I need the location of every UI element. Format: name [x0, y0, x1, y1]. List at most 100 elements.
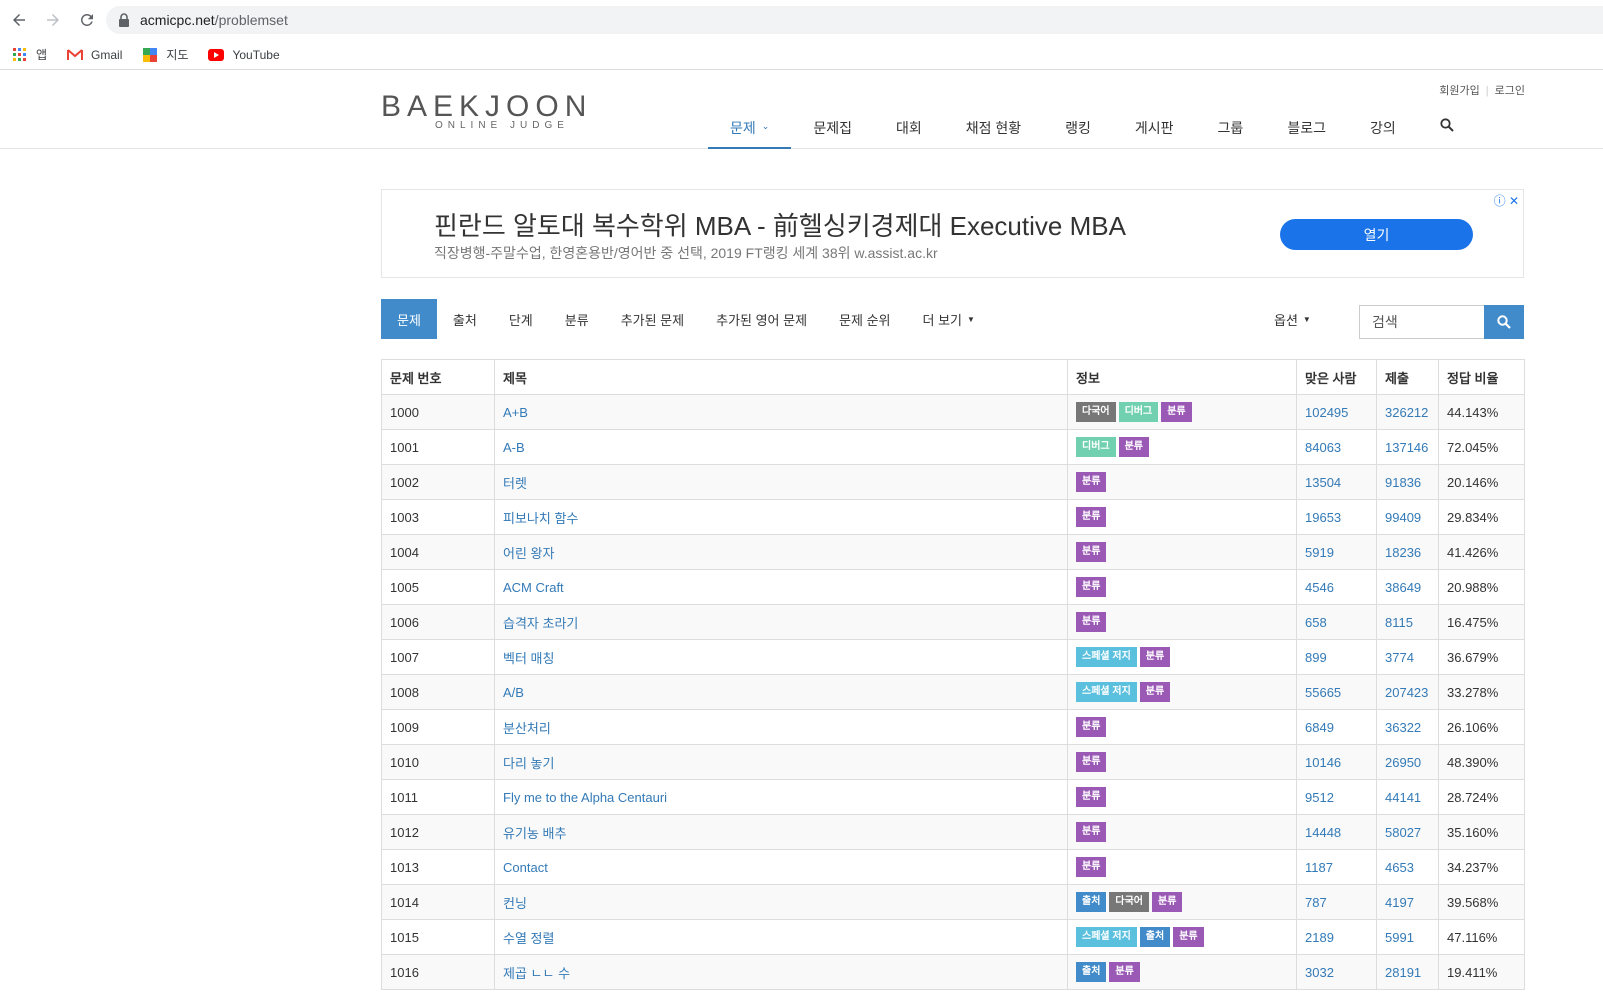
solved-count-link[interactable]: 787	[1305, 895, 1327, 910]
problem-title-link[interactable]: 피보나치 함수	[503, 511, 578, 526]
forward-button[interactable]	[38, 5, 68, 35]
ad-info-icon[interactable]: ⓘ ✕	[1494, 192, 1519, 209]
options-dropdown[interactable]: 옵션 ▼	[1274, 299, 1311, 339]
signup-link[interactable]: 회원가입	[1439, 85, 1479, 97]
nav-group[interactable]: 그룹	[1196, 106, 1266, 149]
problem-title-link[interactable]: 습격자 초라기	[503, 616, 578, 631]
submit-count-link[interactable]: 8115	[1385, 615, 1413, 630]
submit-count-link[interactable]: 28191	[1385, 965, 1421, 980]
submit-count-link[interactable]: 4197	[1385, 895, 1414, 910]
submit-count-link[interactable]: 4653	[1385, 860, 1414, 875]
nav-workbook[interactable]: 문제집	[791, 106, 874, 149]
problem-tag-badge[interactable]: 분류	[1152, 892, 1183, 912]
ad-open-button[interactable]: 열기	[1280, 219, 1473, 250]
problem-tag-badge[interactable]: 분류	[1076, 542, 1107, 562]
solved-count-link[interactable]: 10146	[1305, 755, 1341, 770]
problem-tag-badge[interactable]: 분류	[1076, 857, 1107, 877]
problem-tag-badge[interactable]: 분류	[1076, 472, 1107, 492]
solved-count-link[interactable]: 899	[1305, 650, 1327, 665]
problem-title-link[interactable]: Fly me to the Alpha Centauri	[503, 790, 667, 805]
problem-tag-badge[interactable]: 분류	[1139, 647, 1171, 667]
problem-tag-badge[interactable]: 분류	[1118, 437, 1150, 457]
problem-tag-badge[interactable]: 분류	[1109, 962, 1140, 982]
nav-status[interactable]: 채점 현황	[944, 106, 1043, 149]
subtab-problems[interactable]: 문제	[381, 299, 437, 339]
submit-count-link[interactable]: 326212	[1385, 405, 1428, 420]
submit-count-link[interactable]: 5991	[1385, 930, 1414, 945]
bookmark-maps[interactable]: 지도	[142, 46, 188, 63]
problem-tag-badge[interactable]: 디버그	[1076, 437, 1116, 457]
problem-search-input[interactable]: 검색	[1359, 305, 1484, 339]
problem-tag-badge[interactable]: 분류	[1076, 752, 1107, 772]
problem-title-link[interactable]: 다리 놓기	[503, 756, 554, 771]
nav-blog[interactable]: 블로그	[1265, 106, 1348, 149]
submit-count-link[interactable]: 58027	[1385, 825, 1421, 840]
problem-title-link[interactable]: 어린 왕자	[503, 546, 554, 561]
problem-tag-badge[interactable]: 분류	[1076, 577, 1107, 597]
subtab-ranking[interactable]: 문제 순위	[823, 299, 906, 339]
nav-search[interactable]	[1418, 106, 1476, 149]
problem-title-link[interactable]: Contact	[503, 860, 548, 875]
bookmark-apps[interactable]: 앱	[12, 46, 47, 63]
problem-tag-badge[interactable]: 분류	[1076, 717, 1107, 737]
problem-title-link[interactable]: A-B	[503, 440, 525, 455]
solved-count-link[interactable]: 2189	[1305, 930, 1334, 945]
solved-count-link[interactable]: 13504	[1305, 475, 1341, 490]
address-bar[interactable]: acmicpc.net/problemset	[106, 6, 1603, 34]
problem-title-link[interactable]: 컨닝	[503, 896, 527, 911]
nav-ranking[interactable]: 랭킹	[1043, 106, 1113, 149]
problem-title-link[interactable]: 유기농 배추	[503, 826, 566, 841]
solved-count-link[interactable]: 6849	[1305, 720, 1334, 735]
submit-count-link[interactable]: 207423	[1385, 685, 1428, 700]
submit-count-link[interactable]: 44141	[1385, 790, 1421, 805]
solved-count-link[interactable]: 5919	[1305, 545, 1334, 560]
submit-count-link[interactable]: 38649	[1385, 580, 1421, 595]
reload-button[interactable]	[72, 5, 102, 35]
solved-count-link[interactable]: 9512	[1305, 790, 1334, 805]
submit-count-link[interactable]: 99409	[1385, 510, 1421, 525]
solved-count-link[interactable]: 84063	[1305, 440, 1341, 455]
submit-count-link[interactable]: 18236	[1385, 545, 1421, 560]
problem-tag-badge[interactable]: 다국어	[1109, 892, 1150, 912]
bookmark-youtube[interactable]: YouTube	[208, 47, 280, 63]
solved-count-link[interactable]: 55665	[1305, 685, 1341, 700]
solved-count-link[interactable]: 102495	[1305, 405, 1348, 420]
problem-tag-badge[interactable]: 출처	[1076, 892, 1107, 912]
subtab-step[interactable]: 단계	[493, 299, 549, 339]
subtab-added[interactable]: 추가된 문제	[605, 299, 700, 339]
submit-count-link[interactable]: 36322	[1385, 720, 1421, 735]
problem-tag-badge[interactable]: 분류	[1076, 822, 1107, 842]
problem-tag-badge[interactable]: 분류	[1076, 612, 1107, 632]
problem-title-link[interactable]: A+B	[503, 405, 528, 420]
problem-tag-badge[interactable]: 다국어	[1076, 402, 1116, 422]
problem-title-link[interactable]: 분산처리	[503, 721, 551, 736]
baekjoon-logo[interactable]: BAEKJOON ONLINE JUDGE	[381, 90, 592, 131]
solved-count-link[interactable]: 4546	[1305, 580, 1334, 595]
nav-lecture[interactable]: 강의	[1348, 106, 1418, 149]
problem-search-button[interactable]	[1484, 305, 1524, 339]
nav-contest[interactable]: 대회	[874, 106, 944, 149]
problem-title-link[interactable]: 벡터 매칭	[503, 651, 554, 666]
problem-tag-badge[interactable]: 분류	[1076, 787, 1107, 807]
solved-count-link[interactable]: 3032	[1305, 965, 1334, 980]
ad-title[interactable]: 핀란드 알토대 복수학위 MBA - 前헬싱키경제대 Executive MBA	[434, 206, 1126, 243]
problem-tag-badge[interactable]: 출처	[1076, 962, 1107, 982]
problem-tag-badge[interactable]: 스페셜 저지	[1076, 682, 1137, 702]
problem-title-link[interactable]: 수열 정렬	[503, 931, 554, 946]
back-button[interactable]	[4, 5, 34, 35]
solved-count-link[interactable]: 658	[1305, 615, 1327, 630]
bookmark-gmail[interactable]: Gmail	[67, 47, 122, 63]
problem-tag-badge[interactable]: 분류	[1161, 402, 1192, 422]
subtab-more[interactable]: 더 보기 ▼	[907, 299, 991, 339]
submit-count-link[interactable]: 91836	[1385, 475, 1421, 490]
problem-title-link[interactable]: 터렛	[503, 476, 527, 491]
subtab-added-english[interactable]: 추가된 영어 문제	[700, 299, 823, 339]
problem-tag-badge[interactable]: 디버그	[1118, 402, 1159, 422]
solved-count-link[interactable]: 14448	[1305, 825, 1341, 840]
problem-tag-badge[interactable]: 스페셜 저지	[1076, 927, 1137, 947]
problem-tag-badge[interactable]: 출처	[1139, 927, 1171, 947]
submit-count-link[interactable]: 137146	[1385, 440, 1428, 455]
submit-count-link[interactable]: 3774	[1385, 650, 1414, 665]
problem-tag-badge[interactable]: 스페셜 저지	[1076, 647, 1137, 667]
problem-tag-badge[interactable]: 분류	[1139, 682, 1171, 702]
